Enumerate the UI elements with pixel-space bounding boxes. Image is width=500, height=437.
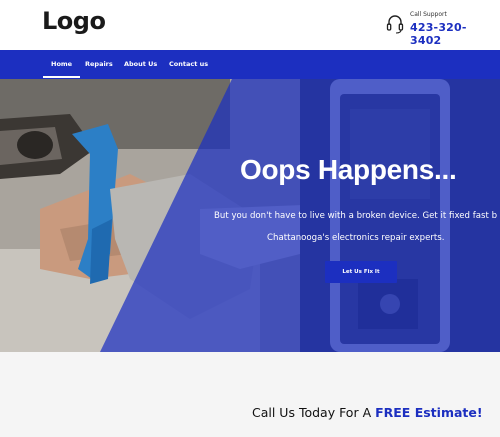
site-header: Logo Call Support 423-320-3402 [0, 0, 500, 50]
hero-subtitle-line-2: Chattanooga's electronics repair experts… [267, 233, 445, 243]
main-nav: Home Repairs About Us Contact us [0, 50, 500, 79]
nav-item-repairs[interactable]: Repairs [85, 60, 113, 68]
nav-item-contact-us[interactable]: Contact us [169, 60, 208, 68]
call-support[interactable]: Call Support 423-320-3402 [386, 11, 496, 47]
hero-title: Oops Happens... [240, 154, 457, 185]
logo[interactable]: Logo [42, 7, 106, 35]
let-us-fix-it-button[interactable]: Let Us Fix It [325, 261, 397, 283]
hero-subtitle-line-1: But you don't have to live with a broken… [214, 211, 498, 221]
free-estimate-text: FREE Estimate! [375, 405, 483, 420]
estimate-section: Call Us Today For A FREE Estimate! [0, 352, 500, 437]
support-label: Call Support [410, 11, 447, 18]
headset-icon [386, 15, 404, 34]
hero-banner: Oops Happens... But you don't have to li… [0, 79, 500, 352]
nav-item-about-us[interactable]: About Us [124, 60, 157, 68]
hero-subtitle: But you don't have to live with a broken… [214, 205, 500, 249]
support-phone[interactable]: 423-320-3402 [410, 21, 496, 47]
estimate-heading: Call Us Today For A FREE Estimate! [252, 405, 483, 420]
estimate-text: Call Us Today For A [252, 405, 376, 420]
nav-item-home[interactable]: Home [42, 60, 81, 78]
